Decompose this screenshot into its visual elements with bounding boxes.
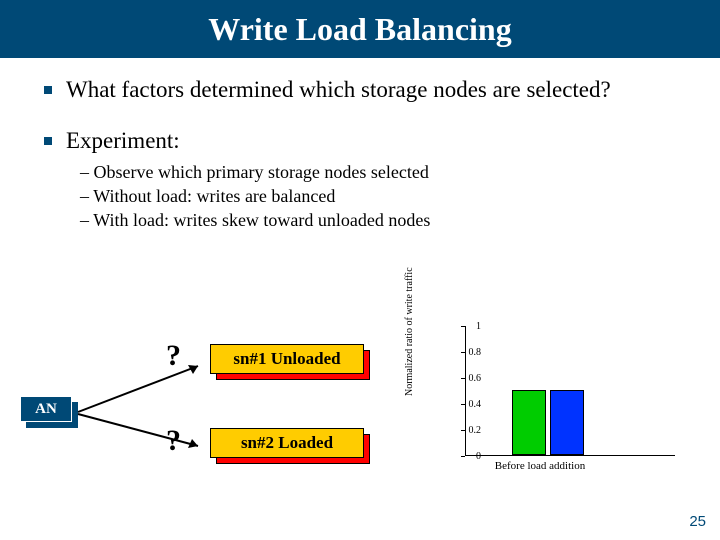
sn1-node: sn#1 Unloaded — [210, 344, 370, 378]
content-area: What factors determined which storage no… — [0, 58, 720, 232]
page-number: 25 — [689, 513, 706, 530]
chart-y-axis-label: Normalized ratio of write traffic — [405, 276, 416, 396]
sub-bullet-list: Observe which primary storage nodes sele… — [80, 160, 676, 233]
sn1-label: sn#1 Unloaded — [210, 344, 364, 374]
bar-sn2 — [550, 390, 584, 455]
slide: Write Load Balancing What factors determ… — [0, 0, 720, 540]
arrow-to-sn1 — [76, 356, 206, 416]
chart-plot-area — [465, 326, 675, 456]
chart-x-label: Before load addition — [480, 460, 600, 472]
bullet-icon — [44, 86, 52, 94]
bullet-2: Experiment: — [44, 127, 676, 156]
bullet-1: What factors determined which storage no… — [44, 76, 676, 105]
bar-sn1 — [512, 390, 546, 455]
chart: Normalized ratio of write traffic 1 0.8 … — [410, 318, 695, 488]
arrow-to-sn2 — [76, 410, 206, 470]
question-mark-2: ? — [166, 424, 181, 458]
an-label: AN — [20, 396, 72, 422]
slide-title: Write Load Balancing — [208, 11, 511, 48]
sub-bullet-3: With load: writes skew toward unloaded n… — [80, 208, 676, 232]
an-node: AN — [20, 396, 78, 426]
diagram: AN ? ? sn#1 Unloaded sn#2 Loaded — [20, 328, 410, 498]
title-bar: Write Load Balancing — [0, 0, 720, 58]
bullet-1-text: What factors determined which storage no… — [66, 76, 611, 105]
question-mark-1: ? — [166, 339, 181, 373]
sn2-node: sn#2 Loaded — [210, 428, 370, 462]
bullet-2-text: Experiment: — [66, 127, 180, 156]
sub-bullet-1: Observe which primary storage nodes sele… — [80, 160, 676, 184]
bullet-icon — [44, 137, 52, 145]
sn2-label: sn#2 Loaded — [210, 428, 364, 458]
sub-bullet-2: Without load: writes are balanced — [80, 184, 676, 208]
